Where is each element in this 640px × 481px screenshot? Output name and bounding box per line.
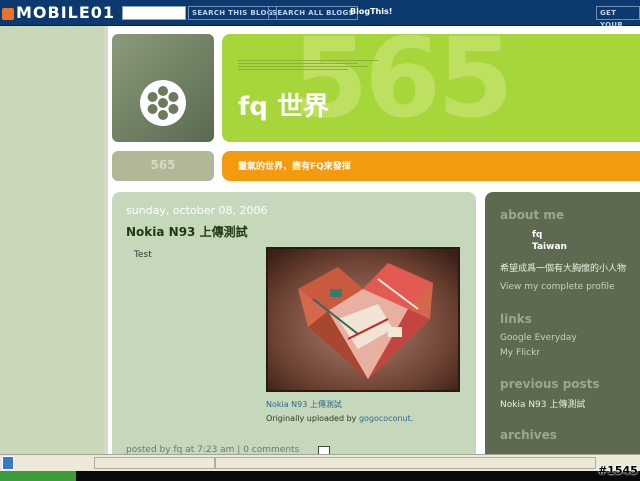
origami-heart-image[interactable] bbox=[268, 249, 458, 390]
blogger-icon bbox=[2, 7, 14, 20]
blog-tagline: 靈氣的世界，盡有FQ來發揮 bbox=[238, 162, 351, 172]
profile-bio: 希望成爲一個有大胸懷的小人物 bbox=[500, 264, 627, 274]
search-all-blogs-button[interactable]: SEARCH ALL BLOGS bbox=[268, 6, 358, 20]
flower-logo-icon bbox=[140, 80, 186, 126]
blog-title[interactable]: fq 世界 bbox=[238, 86, 329, 123]
post-date: sunday, october 08, 2006 bbox=[126, 204, 268, 217]
photo-caption-link[interactable]: Nokia N93 上傳測試 bbox=[266, 399, 342, 410]
search-this-blog-button[interactable]: SEARCH THIS BLOG bbox=[188, 6, 277, 20]
view-profile-link[interactable]: View my complete profile bbox=[500, 282, 615, 292]
header-number: 565 bbox=[150, 158, 176, 172]
image-id-overlay: #1545 bbox=[598, 464, 638, 477]
profile-name[interactable]: fq bbox=[532, 230, 542, 240]
profile-location: Taiwan bbox=[532, 242, 567, 252]
link-my-flickr[interactable]: My Flickr bbox=[500, 348, 540, 358]
links-heading: links bbox=[500, 312, 532, 326]
credit-suffix: . bbox=[410, 414, 414, 423]
search-input[interactable] bbox=[122, 6, 186, 20]
photo-credit: Originally uploaded by gogococonut. bbox=[266, 414, 413, 423]
previous-post-link[interactable]: Nokia N93 上傳測試 bbox=[500, 397, 585, 410]
logo-text: MOBILE01 bbox=[16, 3, 116, 22]
get-your-blog-button[interactable]: GET YOUR bbox=[596, 6, 640, 29]
header-fine-text bbox=[238, 58, 378, 72]
status-pane-zone bbox=[214, 457, 596, 469]
link-google-everyday[interactable]: Google Everyday bbox=[500, 333, 577, 343]
credit-prefix: Originally uploaded by bbox=[266, 414, 359, 423]
site-logo[interactable]: MOBILE01 bbox=[2, 2, 115, 23]
post-title[interactable]: Nokia N93 上傳測試 bbox=[126, 223, 248, 240]
uploader-link[interactable]: gogococonut bbox=[359, 414, 411, 423]
start-button[interactable] bbox=[0, 471, 76, 481]
blogthis-link[interactable]: BlogThis! bbox=[350, 7, 392, 16]
archives-heading: archives bbox=[500, 428, 557, 442]
taskbar bbox=[0, 471, 640, 481]
post-body: Test bbox=[134, 250, 152, 260]
page-status-icon bbox=[2, 456, 14, 470]
previous-posts-heading: previous posts bbox=[500, 377, 600, 391]
about-heading: about me bbox=[500, 208, 565, 222]
status-pane bbox=[94, 457, 216, 469]
left-margin bbox=[0, 26, 104, 454]
